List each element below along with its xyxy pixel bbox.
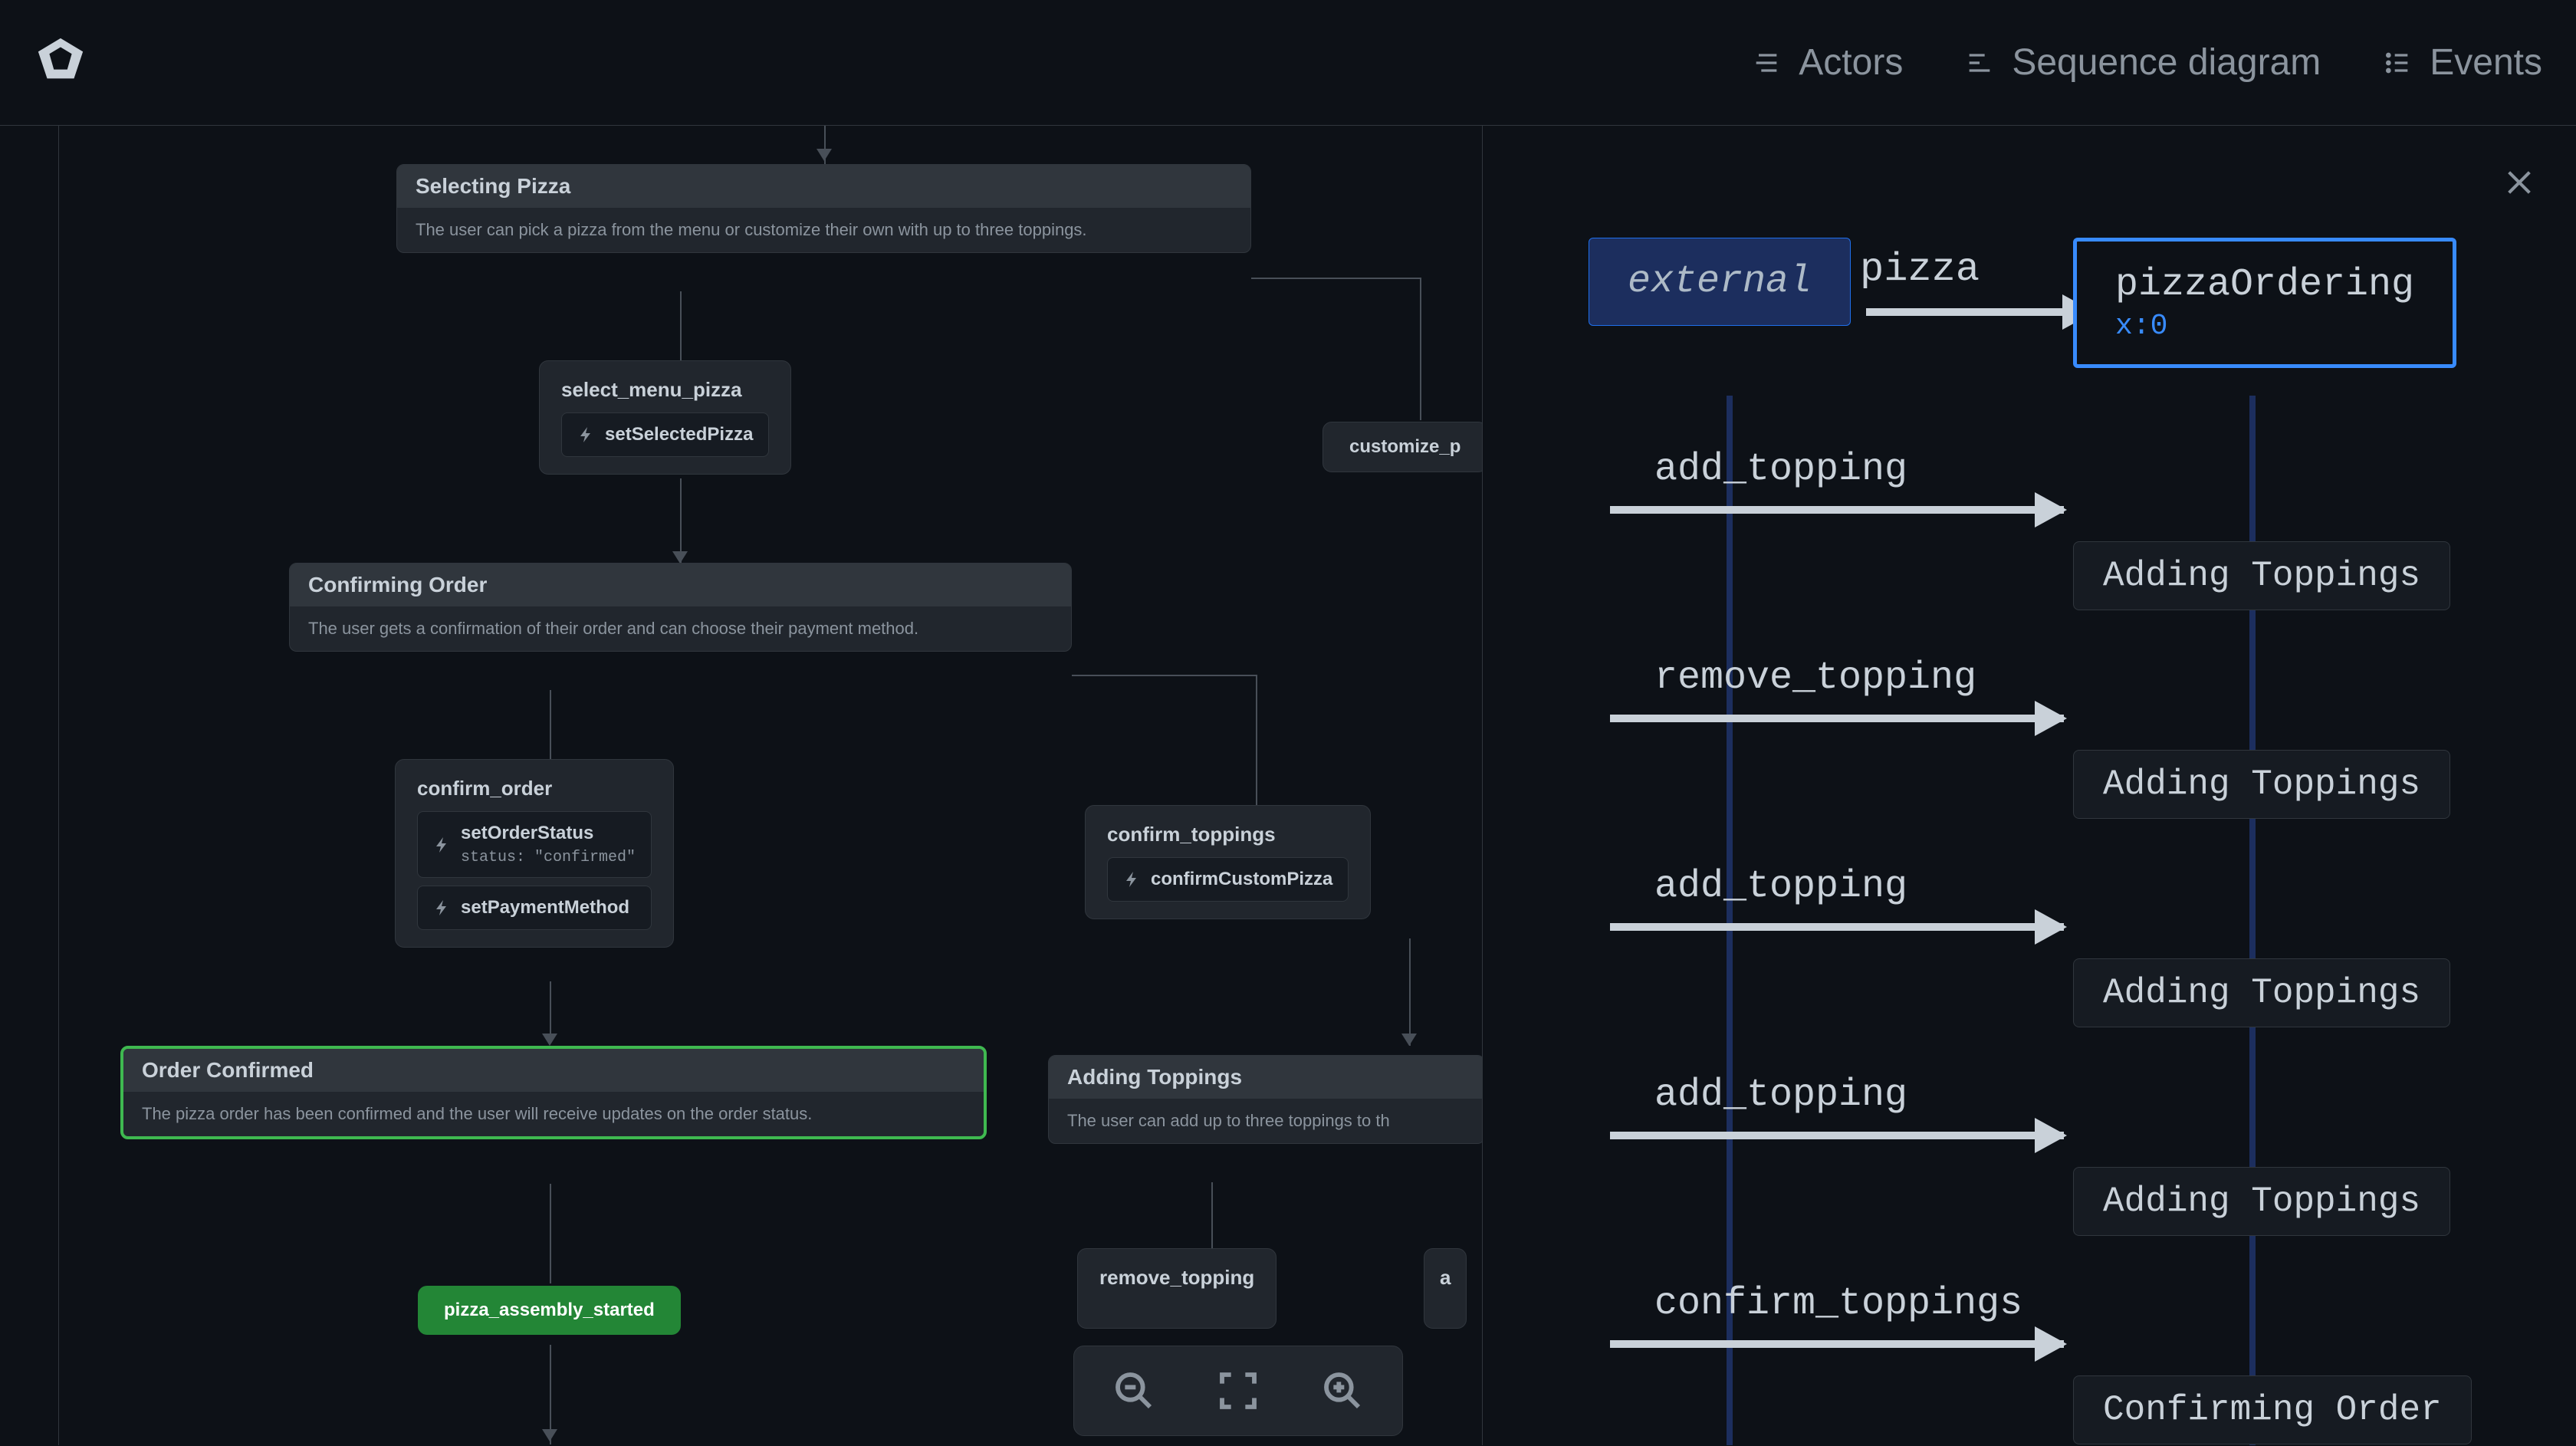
sequence-state: Adding Toppings [2073, 750, 2450, 819]
actor-pizza-ordering[interactable]: pizzaOrdering x:0 [2073, 238, 2456, 368]
state-adding-toppings[interactable]: Adding Toppings The user can add up to t… [1048, 1055, 1483, 1144]
state-title: Order Confirmed [123, 1049, 984, 1092]
arrowhead-icon [816, 149, 832, 161]
zoom-in-button[interactable] [1321, 1369, 1364, 1412]
transition-confirm-toppings[interactable]: confirm_toppings confirmCustomPizza [1085, 805, 1371, 919]
bolt-icon [433, 836, 452, 854]
edge [1409, 938, 1411, 1046]
sequence-message: add_topping [1654, 448, 1907, 491]
header-nav: Actors Sequence diagram Events [1751, 41, 2542, 84]
sequence-message: confirm_toppings [1654, 1282, 2022, 1326]
edge [680, 478, 682, 563]
actor-id: x:0 [2115, 310, 2414, 343]
sequence-arrow [1610, 506, 2064, 514]
action-name: setOrderStatus [461, 823, 593, 843]
statechart-canvas[interactable]: Selecting Pizza The user can pick a pizz… [0, 126, 1483, 1445]
edge [1211, 1182, 1213, 1251]
action-wrap: setOrderStatus status: "confirmed" [461, 823, 636, 866]
state-title: Adding Toppings [1049, 1056, 1483, 1099]
sequence-state: Adding Toppings [2073, 1167, 2450, 1236]
sequence-message: add_topping [1654, 1073, 1907, 1117]
action-name: confirmCustomPizza [1151, 869, 1332, 890]
state-desc: The user can pick a pizza from the menu … [397, 208, 1250, 252]
action-name: setPaymentMethod [461, 897, 629, 919]
actor-name: pizzaOrdering [2115, 263, 2414, 307]
transition-action: confirmCustomPizza [1107, 857, 1349, 902]
transition-label: confirm_order [417, 777, 652, 800]
state-desc: The user gets a confirmation of their or… [290, 606, 1071, 651]
sequence-message: add_topping [1654, 865, 1907, 909]
bolt-icon [577, 426, 596, 444]
arrowhead-icon [542, 1429, 557, 1441]
edge [1072, 675, 1256, 676]
state-title: Selecting Pizza [397, 165, 1250, 208]
arrowhead-icon [672, 551, 688, 564]
edge [1256, 675, 1257, 805]
transition-remove-topping[interactable]: remove_topping [1077, 1248, 1276, 1329]
arrowhead-icon [542, 1034, 557, 1046]
event-pizza-assembly-started[interactable]: pizza_assembly_started [418, 1286, 681, 1335]
events-label: Events [2430, 41, 2542, 84]
app-logo[interactable] [34, 34, 87, 92]
bolt-icon [1123, 870, 1142, 889]
state-title: Confirming Order [290, 564, 1071, 606]
events-link[interactable]: Events [2382, 41, 2542, 84]
zoom-controls [1073, 1346, 1403, 1436]
arrowhead-icon [1401, 1034, 1417, 1046]
app-header: Actors Sequence diagram Events [0, 0, 2576, 126]
transition-action: setSelectedPizza [561, 412, 769, 457]
sequence-link[interactable]: Sequence diagram [1964, 41, 2321, 84]
close-button[interactable] [2504, 167, 2535, 198]
sequence-state: Confirming Order [2073, 1375, 2472, 1444]
actors-icon [1751, 48, 1782, 78]
state-desc: The user can add up to three toppings to… [1049, 1099, 1483, 1143]
transition-customize-pizza[interactable]: customize_p [1322, 422, 1483, 472]
sequence-message: remove_topping [1654, 656, 1976, 700]
zoom-out-button[interactable] [1112, 1369, 1155, 1412]
canvas-inner: Selecting Pizza The user can pick a pizz… [58, 126, 1483, 1445]
transition-label: remove_topping [1099, 1266, 1254, 1290]
sequence-arrow [1610, 923, 2064, 931]
edge [550, 1184, 551, 1283]
transition-confirm-order[interactable]: confirm_order setOrderStatus status: "co… [395, 759, 674, 948]
action-detail: status: "confirmed" [461, 849, 636, 866]
sequence-state: Adding Toppings [2073, 541, 2450, 610]
state-desc: The pizza order has been confirmed and t… [123, 1092, 984, 1136]
edge [680, 291, 682, 360]
sequence-icon [1964, 48, 1995, 78]
sequence-top-arrow [1866, 308, 2065, 316]
transition-label: select_menu_pizza [561, 378, 769, 402]
edge [550, 690, 551, 759]
transition-label: a [1440, 1266, 1451, 1290]
state-selecting-pizza[interactable]: Selecting Pizza The user can pick a pizz… [396, 164, 1251, 253]
transition-label: confirm_toppings [1107, 823, 1349, 846]
main-content: Selecting Pizza The user can pick a pizz… [0, 126, 2576, 1445]
actor-external[interactable]: external [1589, 238, 1851, 326]
transition-add-topping[interactable]: a [1424, 1248, 1467, 1329]
sequence-state: Adding Toppings [2073, 958, 2450, 1027]
sequence-arrow [1610, 1340, 2064, 1348]
action-name: setSelectedPizza [605, 424, 753, 445]
fit-screen-button[interactable] [1217, 1369, 1260, 1412]
events-icon [2382, 48, 2413, 78]
transition-action: setOrderStatus status: "confirmed" [417, 811, 652, 878]
sequence-label: Sequence diagram [2012, 41, 2321, 84]
edge [1251, 278, 1420, 279]
sequence-arrow [1610, 715, 2064, 722]
actors-label: Actors [1799, 41, 1903, 84]
edge [1420, 278, 1421, 420]
state-order-confirmed[interactable]: Order Confirmed The pizza order has been… [120, 1046, 987, 1139]
sequence-arrow [1610, 1132, 2064, 1139]
state-confirming-order[interactable]: Confirming Order The user gets a confirm… [289, 563, 1072, 652]
sequence-diagram-panel: pizza external pizzaOrdering x:0 add_top… [1483, 126, 2576, 1445]
transition-action: setPaymentMethod [417, 886, 652, 930]
transition-select-menu-pizza[interactable]: select_menu_pizza setSelectedPizza [539, 360, 791, 475]
actors-link[interactable]: Actors [1751, 41, 1903, 84]
sequence-top-message: pizza [1860, 247, 1980, 292]
bolt-icon [433, 899, 452, 917]
